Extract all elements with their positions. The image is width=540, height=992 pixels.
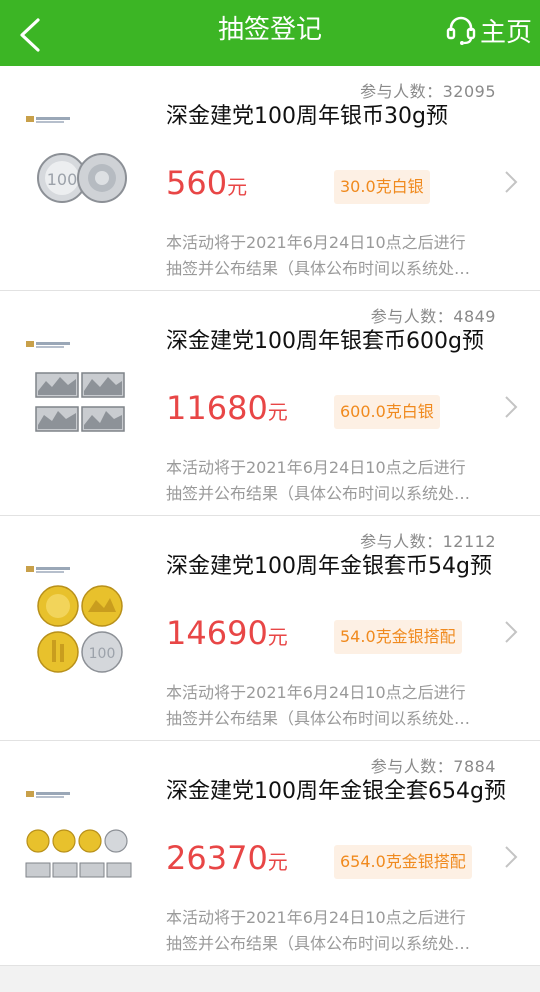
description: 本活动将于2021年6月24日10点之后进行 抽签并公布结果（具体公布时间以系统… — [166, 455, 506, 507]
chevron-right-icon — [505, 846, 518, 868]
price: 26370元 — [166, 839, 288, 877]
headset-icon — [446, 16, 476, 45]
product-name: 深金建党100周年银套币600g预 — [166, 329, 484, 354]
participant-count: 参与人数：4849 — [370, 307, 496, 326]
product-image — [22, 331, 140, 471]
price: 11680元 — [166, 389, 288, 427]
description: 本活动将于2021年6月24日10点之后进行 抽签并公布结果（具体公布时间以系统… — [166, 680, 506, 732]
metal-tag: 30.0克白银 — [334, 170, 430, 204]
list-item[interactable]: 参与人数：32095 100 深金建党100周年银币30g预 560元 30.0… — [0, 66, 540, 291]
product-image: 100 — [22, 106, 140, 246]
description-line-1: 本活动将于2021年6月24日10点之后进行 — [166, 908, 466, 927]
price-value: 26370 — [166, 839, 268, 877]
participant-count: 参与人数：32095 — [360, 82, 496, 101]
price-unit: 元 — [227, 175, 248, 199]
price: 14690元 — [166, 614, 288, 652]
description: 本活动将于2021年6月24日10点之后进行 抽签并公布结果（具体公布时间以系统… — [166, 905, 506, 957]
metal-tag: 600.0克白银 — [334, 395, 440, 429]
metal-tag: 654.0克金银搭配 — [334, 845, 472, 879]
participant-count: 参与人数：12112 — [360, 532, 496, 551]
price-value: 560 — [166, 164, 228, 202]
product-image — [22, 781, 140, 921]
product-name: 深金建党100周年金银全套654g预 — [166, 779, 506, 804]
price-unit: 元 — [267, 400, 288, 424]
chevron-right-icon — [505, 396, 518, 418]
home-button[interactable]: 主页 — [446, 8, 532, 52]
back-arrow-icon — [20, 18, 40, 52]
product-name: 深金建党100周年金银套币54g预 — [166, 554, 492, 579]
description-line-2: 抽签并公布结果（具体公布时间以系统处… — [166, 484, 471, 503]
list-item[interactable]: 参与人数：7884 深金建党100周年金银全套654g预 26370元 654.… — [0, 741, 540, 966]
product-name: 深金建党100周年银币30g预 — [166, 104, 448, 129]
top-bar: 抽签登记 主页 — [0, 0, 540, 66]
description-line-1: 本活动将于2021年6月24日10点之后进行 — [166, 458, 466, 477]
product-image: 100 — [22, 556, 140, 696]
participant-count: 参与人数：7884 — [370, 757, 496, 776]
metal-tag: 54.0克金银搭配 — [334, 620, 462, 654]
lottery-list: 参与人数：32095 100 深金建党100周年银币30g预 560元 30.0… — [0, 66, 540, 966]
chevron-right-icon — [505, 621, 518, 643]
home-label: 主页 — [479, 17, 532, 48]
description-line-2: 抽签并公布结果（具体公布时间以系统处… — [166, 934, 471, 953]
description: 本活动将于2021年6月24日10点之后进行 抽签并公布结果（具体公布时间以系统… — [166, 230, 506, 282]
price-value: 14690 — [166, 614, 268, 652]
svg-text:100: 100 — [47, 170, 78, 189]
back-button[interactable] — [8, 8, 58, 58]
description-line-2: 抽签并公布结果（具体公布时间以系统处… — [166, 259, 471, 278]
list-item[interactable]: 参与人数：4849 深金建党100周年银套币600g预 11680元 600.0… — [0, 291, 540, 516]
price: 560元 — [166, 164, 247, 202]
price-unit: 元 — [267, 625, 288, 649]
price-unit: 元 — [267, 850, 288, 874]
description-line-2: 抽签并公布结果（具体公布时间以系统处… — [166, 709, 471, 728]
description-line-1: 本活动将于2021年6月24日10点之后进行 — [166, 233, 466, 252]
price-value: 11680 — [166, 389, 268, 427]
svg-text:100: 100 — [89, 646, 116, 662]
list-item[interactable]: 参与人数：12112 100 深金建党100周年金银套币54g预 14690元 … — [0, 516, 540, 741]
chevron-right-icon — [505, 171, 518, 193]
description-line-1: 本活动将于2021年6月24日10点之后进行 — [166, 683, 466, 702]
